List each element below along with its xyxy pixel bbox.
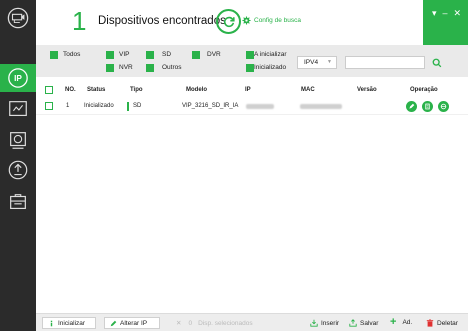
info-icon xyxy=(50,320,53,326)
device-count: 1 xyxy=(72,6,87,36)
delete-label: Deletar xyxy=(437,319,458,327)
page-title: Dispositivos encontrados xyxy=(98,15,226,27)
edit-button[interactable] xyxy=(406,101,417,112)
vip-label: VIP xyxy=(119,51,130,58)
refresh-button[interactable] xyxy=(216,9,241,34)
clear-selection-icon[interactable]: ✕ xyxy=(176,319,181,327)
col-mac[interactable]: MAC xyxy=(301,87,315,93)
inicializar-button[interactable]: Inicializar xyxy=(42,317,96,329)
browser-icon xyxy=(440,103,447,110)
inserir-button[interactable]: Inserir xyxy=(310,319,339,327)
selected-count: 0 xyxy=(188,319,193,327)
inicializar-label: Inicializar xyxy=(58,319,86,327)
nvr-label: NVR xyxy=(119,64,133,71)
ip-icon[interactable]: IP xyxy=(6,66,30,90)
import-icon xyxy=(310,319,318,327)
search-icon xyxy=(432,58,442,68)
search-config-link[interactable]: Config de busca xyxy=(242,16,301,25)
minimize-icon[interactable]: – xyxy=(442,8,447,18)
select-all-checkbox[interactable] xyxy=(45,86,53,94)
vip-checkbox[interactable] xyxy=(106,51,114,59)
header: 1 Dispositivos encontrados Config de bus… xyxy=(36,0,468,45)
table-header: NO. Status Tipo Modelo IP MAC Versão Ope… xyxy=(36,84,468,98)
add-button[interactable]: + Ad. xyxy=(390,316,413,328)
outros-checkbox[interactable] xyxy=(146,64,154,72)
toolbox-icon[interactable] xyxy=(6,190,30,214)
upgrade-icon[interactable] xyxy=(6,97,30,121)
search-button[interactable] xyxy=(430,56,444,70)
details-button[interactable] xyxy=(422,101,433,112)
selected-info: ✕ 0 Disp. selecionados xyxy=(176,319,253,328)
bottom-toolbar: Inicializar Alterar IP ✕ 0 Disp. selecio… xyxy=(36,313,468,331)
salvar-label: Salvar xyxy=(360,319,379,327)
delete-button[interactable]: Deletar xyxy=(426,319,458,327)
col-status[interactable]: Status xyxy=(87,87,105,93)
web-button[interactable] xyxy=(438,101,449,112)
table-row[interactable]: 1 Inicializado SD VIP_3216_SD_IR_IA xyxy=(36,98,468,115)
row-tipo: SD xyxy=(133,103,142,109)
type-indicator xyxy=(127,102,129,111)
todos-label: Todos xyxy=(63,51,81,58)
window-controls: ▾ – ✕ xyxy=(423,0,468,45)
chevron-down-icon: ▼ xyxy=(327,59,332,65)
todos-checkbox[interactable] xyxy=(50,51,58,59)
inserir-label: Inserir xyxy=(321,319,340,327)
col-ip[interactable]: IP xyxy=(245,87,251,93)
row-ip-redacted xyxy=(246,104,274,109)
plus-icon: + xyxy=(390,316,397,328)
close-icon[interactable]: ✕ xyxy=(453,8,461,19)
reset-icon[interactable] xyxy=(6,158,30,182)
svg-text:IP: IP xyxy=(14,74,22,83)
refresh-icon xyxy=(223,16,235,27)
trash-icon xyxy=(426,319,434,327)
inicializado-checkbox[interactable] xyxy=(246,64,254,72)
salvar-button[interactable]: Salvar xyxy=(349,319,378,327)
a-inicializar-checkbox[interactable] xyxy=(246,51,254,59)
add-label: Ad. xyxy=(402,319,413,326)
ip-version-select[interactable]: IPV4 ▼ xyxy=(297,56,337,69)
sd-checkbox[interactable] xyxy=(146,51,154,59)
details-icon xyxy=(425,103,430,110)
settings-icon[interactable] xyxy=(6,128,30,152)
filter-bar: Todos VIP SD DVR NVR Outros A inicializa… xyxy=(36,45,468,77)
gear-icon xyxy=(242,16,251,25)
row-no: 1 xyxy=(66,103,70,109)
row-checkbox[interactable] xyxy=(45,102,53,110)
config-link-label: Config de busca xyxy=(254,17,301,24)
sidebar: IP xyxy=(0,0,36,331)
nvr-checkbox[interactable] xyxy=(106,64,114,72)
inicializado-label: Inicializado xyxy=(254,64,287,71)
dropdown-icon[interactable]: ▾ xyxy=(432,8,437,19)
alterar-ip-button[interactable]: Alterar IP xyxy=(104,317,160,329)
search-input[interactable] xyxy=(345,56,425,69)
camera-icon[interactable] xyxy=(6,6,30,30)
col-tipo[interactable]: Tipo xyxy=(130,87,143,93)
a-inicializar-label: A inicializar xyxy=(254,51,287,58)
pencil-icon xyxy=(110,320,117,326)
dvr-label: DVR xyxy=(207,51,221,58)
export-icon xyxy=(349,319,357,327)
outros-label: Outros xyxy=(162,64,182,71)
col-versao[interactable]: Versão xyxy=(357,87,377,93)
col-no[interactable]: NO. xyxy=(65,87,76,93)
col-modelo[interactable]: Modelo xyxy=(186,87,207,93)
row-status: Inicializado xyxy=(84,103,114,109)
edit-icon xyxy=(409,103,415,109)
sd-label: SD xyxy=(162,51,172,58)
alterar-ip-label: Alterar IP xyxy=(120,319,148,327)
row-mac-redacted xyxy=(300,104,342,109)
dvr-checkbox[interactable] xyxy=(192,51,200,59)
selected-label: Disp. selecionados xyxy=(198,319,253,327)
ip-version-value: IPV4 xyxy=(304,59,319,66)
col-operacao[interactable]: Operação xyxy=(410,87,438,93)
row-modelo: VIP_3216_SD_IR_IA xyxy=(182,103,239,109)
